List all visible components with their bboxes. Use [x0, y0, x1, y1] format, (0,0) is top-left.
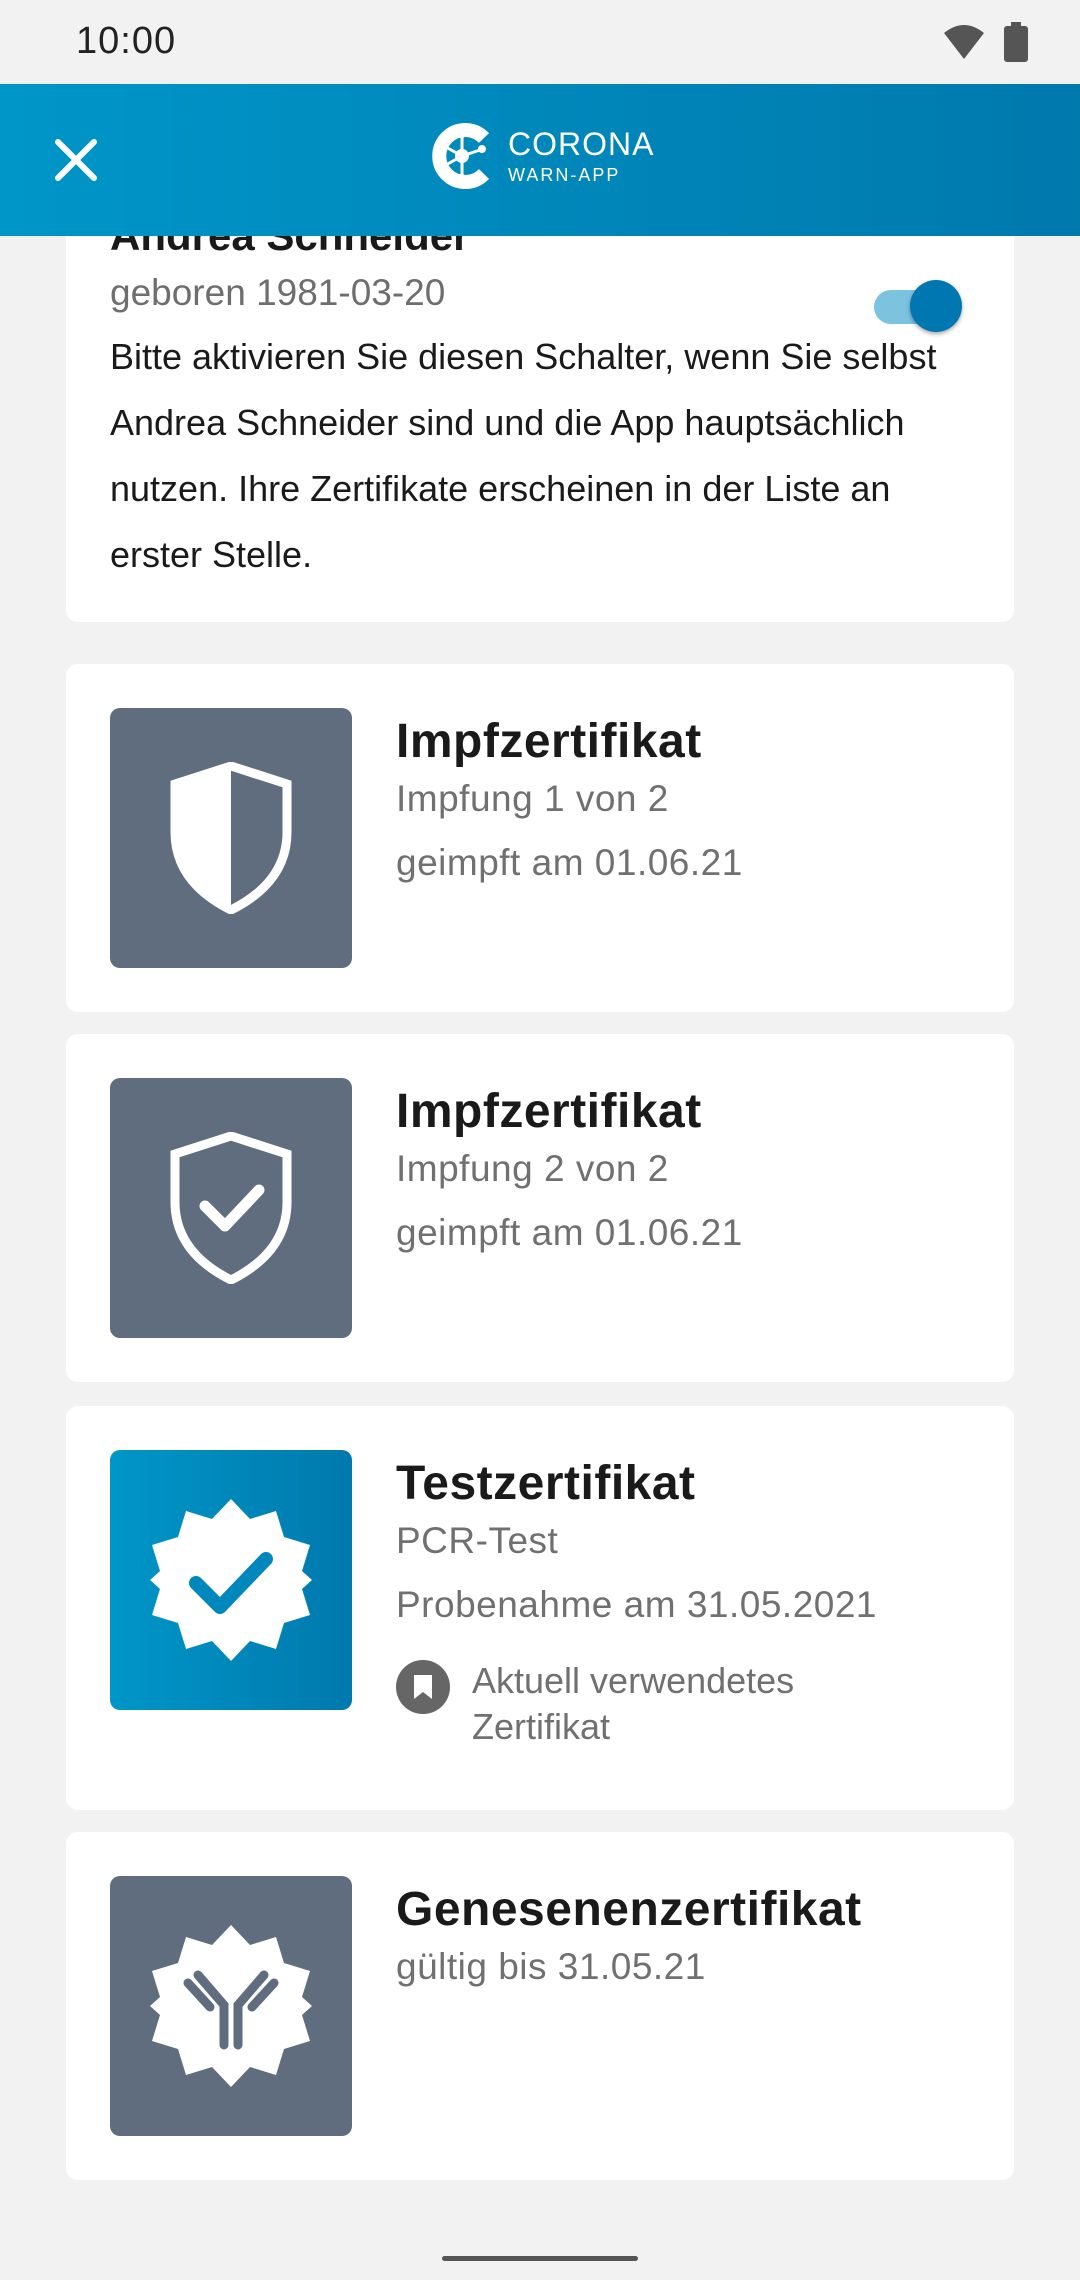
certificate-icon-box: [110, 708, 352, 968]
badge-icon-circle: [396, 1660, 450, 1714]
certificate-title: Testzertifikat: [396, 1457, 696, 1510]
corona-logo-icon: [432, 123, 490, 189]
app-bar: CORONA WARN-APP: [0, 84, 1080, 236]
content-scroll[interactable]: Andrea Schneider geboren 1981-03-20 Bitt…: [0, 236, 1080, 2226]
certificate-title: Impfzertifikat: [396, 715, 702, 768]
person-birth: geboren 1981-03-20: [110, 272, 446, 313]
certificate-title: Impfzertifikat: [396, 1085, 702, 1138]
certificate-date: geimpft am 01.06.21: [396, 1212, 743, 1253]
certificate-icon-box: [110, 1078, 352, 1338]
certificate-test-type: PCR-Test: [396, 1520, 559, 1561]
close-button[interactable]: [46, 130, 106, 190]
certificate-card[interactable]: Impfzertifikat Impfung 2 von 2 geimpft a…: [66, 1034, 1014, 1382]
logo-subtitle: WARN-APP: [508, 165, 621, 185]
person-description: Bitte aktivieren Sie diesen Schalter, we…: [110, 336, 937, 575]
main-person-toggle[interactable]: [872, 272, 962, 332]
certificate-dose: Impfung 2 von 2: [396, 1148, 669, 1189]
person-name: Andrea Schneider: [110, 236, 469, 260]
badge-text: Aktuell verwendetes Zertifikat: [472, 1660, 795, 1747]
person-card: Andrea Schneider geboren 1981-03-20 Bitt…: [66, 236, 1014, 622]
certificate-date: geimpft am 01.06.21: [396, 842, 743, 883]
current-certificate-badge: Aktuell verwendetes Zertifikat: [396, 1660, 872, 1750]
badge-check-icon: [150, 1499, 312, 1661]
certificate-title: Genesenenzertifikat: [396, 1883, 862, 1936]
status-time: 10:00: [76, 20, 177, 62]
certificate-date: Probenahme am 31.05.2021: [396, 1584, 878, 1625]
certificate-icon-box: [110, 1450, 352, 1710]
bookmark-icon: [414, 1675, 432, 1699]
status-icons: [942, 22, 1028, 62]
shield-check-icon: [170, 1132, 292, 1284]
certificate-validity: gültig bis 31.05.21: [396, 1946, 706, 1987]
certificate-card[interactable]: Impfzertifikat Impfung 1 von 2 geimpft a…: [66, 664, 1014, 1012]
half-shield-icon: [170, 762, 292, 914]
status-bar: 10:00: [0, 0, 1080, 84]
certificate-dose: Impfung 1 von 2: [396, 778, 669, 819]
antibody-icon: [150, 1925, 312, 2087]
logo-title: CORONA: [508, 126, 655, 162]
app-logo: CORONA WARN-APP: [432, 120, 654, 192]
gesture-nav-handle[interactable]: [442, 2256, 638, 2261]
certificate-card[interactable]: Testzertifikat PCR-Test Probenahme am 31…: [66, 1406, 1014, 1810]
battery-icon: [1004, 22, 1028, 62]
close-icon: [55, 139, 97, 181]
certificate-card[interactable]: Genesenenzertifikat gültig bis 31.05.21: [66, 1832, 1014, 2180]
certificate-icon-box: [110, 1876, 352, 2136]
wifi-icon: [944, 25, 984, 59]
